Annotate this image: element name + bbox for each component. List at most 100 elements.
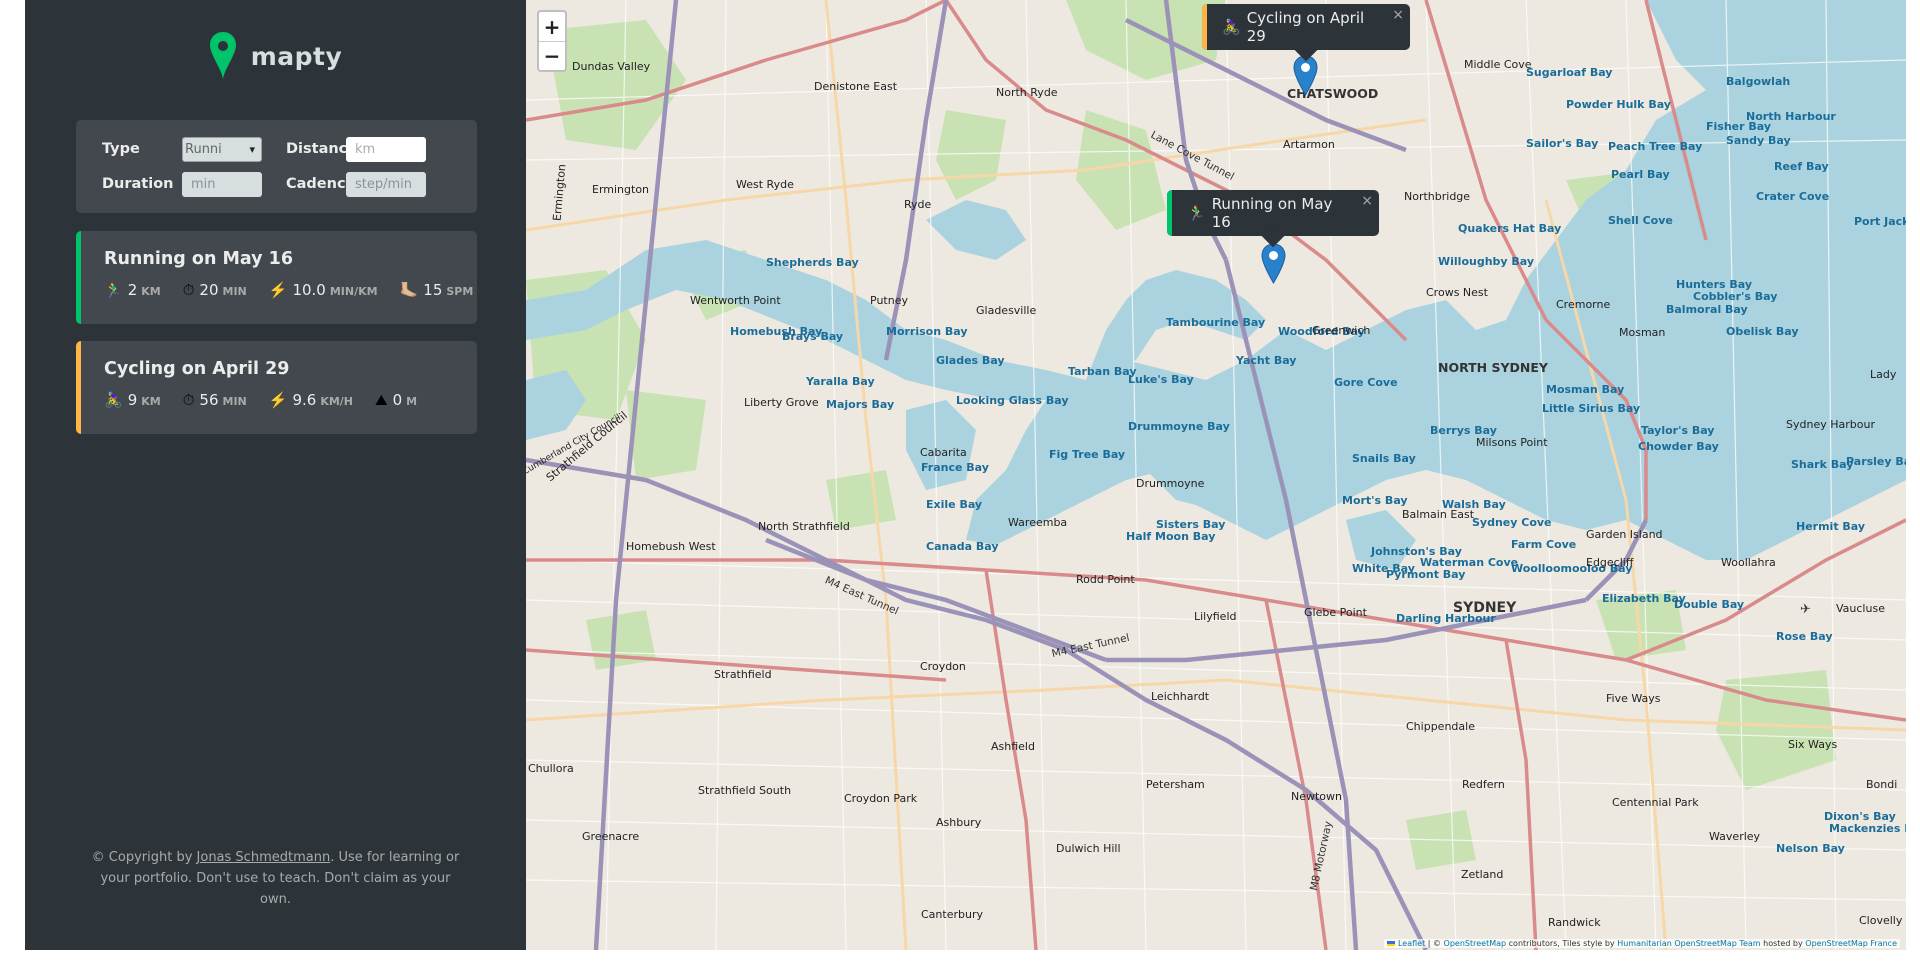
detail-unit: spm: [446, 285, 474, 298]
zoom-in-button[interactable]: +: [539, 12, 565, 41]
map-label-mosman: Mosman: [1619, 326, 1666, 339]
map-popup-cycling[interactable]: 🚴‍♀️ Cycling on April 29 ×: [1202, 4, 1410, 62]
workout-card-running[interactable]: Running on May 16 🏃‍♂️ 2 km ⏱ 20 min ⚡️ …: [76, 231, 477, 324]
map-label-looking-glass-bay: Looking Glass Bay: [956, 394, 1069, 407]
detail-value: 0: [392, 391, 403, 409]
leaflet-link[interactable]: Leaflet: [1398, 939, 1425, 948]
map-label-rodd-point: Rodd Point: [1076, 573, 1135, 586]
map[interactable]: CHATSWOOD NORTH SYDNEY SYDNEY Lane Cove …: [526, 0, 1906, 950]
map-label-wentworth-point: Wentworth Point: [690, 294, 781, 307]
map-label-nelson-bay: Nelson Bay: [1776, 842, 1845, 855]
map-label-five-ways: Five Ways: [1606, 692, 1661, 705]
map-label-fig-tree-bay: Fig Tree Bay: [1049, 448, 1126, 461]
uk-flag-icon: [1387, 941, 1396, 946]
author-link[interactable]: Jonas Schmedtmann: [197, 850, 331, 865]
workout-detail-distance: 🚴‍♀️ 9 km: [104, 391, 161, 409]
map-label-ermington: Ermington: [592, 183, 650, 196]
map-label-lilyfield: Lilyfield: [1194, 610, 1237, 623]
workout-detail-elevation: ⛰ 0 m: [375, 391, 417, 409]
app-root: mapty Type Runni ▾ Distance km Duration …: [25, 0, 1906, 950]
type-select[interactable]: Runni ▾: [182, 136, 262, 162]
map-label-croydon-park: Croydon Park: [844, 792, 918, 805]
map-label-farm-cove: Farm Cove: [1511, 538, 1577, 551]
map-label-snails-bay: Snails Bay: [1352, 452, 1416, 465]
map-label-balgowlah: Balgowlah: [1726, 75, 1791, 88]
map-label-northbridge: Northbridge: [1404, 190, 1471, 203]
workout-form: Type Runni ▾ Distance km Duration min Ca…: [76, 120, 477, 213]
map-label-canada-bay: Canada Bay: [926, 540, 999, 553]
workout-detail-distance: 🏃‍♂️ 2 km: [104, 281, 161, 299]
airplane-icon: ✈: [1800, 602, 1811, 617]
map-label-zetland: Zetland: [1461, 868, 1504, 881]
osm-link[interactable]: OpenStreetMap: [1444, 939, 1507, 948]
cyclist-icon: 🚴‍♀️: [104, 391, 123, 409]
map-label-artarmon: Artarmon: [1283, 138, 1335, 151]
map-label-cobblers-bay: Cobbler's Bay: [1693, 290, 1778, 303]
map-label-tarban-bay: Tarban Bay: [1068, 365, 1137, 378]
type-select-value: Runni: [185, 141, 222, 157]
map-label-double-bay: Double Bay: [1674, 598, 1745, 611]
map-label-taylors-bay: Taylor's Bay: [1641, 424, 1715, 437]
map-label-glades-bay: Glades Bay: [936, 354, 1005, 367]
osmfr-link[interactable]: OpenStreetMap France: [1805, 939, 1897, 948]
map-label-gladesville: Gladesville: [976, 304, 1037, 317]
map-attribution: Leaflet | © OpenStreetMap contributors, …: [1384, 939, 1900, 948]
map-label-drummoyne-bay: Drummoyne Bay: [1128, 420, 1230, 433]
popup-close-button[interactable]: ×: [1392, 7, 1404, 23]
hot-link[interactable]: Humanitarian OpenStreetMap Team: [1617, 939, 1760, 948]
map-popup-running[interactable]: 🏃‍♂️ Running on May 16 ×: [1167, 190, 1379, 248]
distance-input[interactable]: km: [346, 136, 426, 162]
attribution-sep: | ©: [1425, 939, 1444, 948]
cadence-input[interactable]: step/min: [346, 171, 426, 197]
map-label-centennial-park: Centennial Park: [1612, 796, 1699, 809]
lightning-icon: ⚡️: [268, 391, 288, 409]
map-label-north-strathfield: North Strathfield: [758, 520, 850, 533]
map-label-lady: Lady: [1870, 368, 1897, 381]
map-label-bondi: Bondi: [1866, 778, 1898, 791]
detail-unit: min: [222, 395, 247, 408]
map-label-peach-tree-bay: Peach Tree Bay: [1608, 140, 1703, 153]
map-label-sandy-bay: Sandy Bay: [1726, 134, 1791, 147]
lightning-icon: ⚡️: [268, 281, 288, 299]
zoom-control: + −: [537, 10, 567, 72]
map-label-cremorne: Cremorne: [1556, 298, 1611, 311]
map-label-middle-cove: Middle Cove: [1464, 58, 1532, 71]
map-label-darling-harbour: Darling Harbour: [1396, 612, 1496, 625]
detail-unit: km: [141, 395, 161, 408]
detail-value: 15: [423, 281, 443, 299]
map-marker-running-icon[interactable]: [1261, 243, 1286, 284]
map-label-greenacre: Greenacre: [582, 830, 640, 843]
map-label-cabarita: Cabarita: [920, 446, 967, 459]
map-label-north-sydney: NORTH SYDNEY: [1438, 360, 1548, 375]
map-label-sydney-cove: Sydney Cove: [1472, 516, 1552, 529]
map-label-vaucluse: Vaucluse: [1836, 602, 1885, 615]
detail-value: 9.6: [292, 391, 317, 409]
map-label-garden-island: Garden Island: [1586, 528, 1663, 541]
copyright: © Copyright by Jonas Schmedtmann. Use fo…: [85, 847, 466, 910]
copyright-prefix: © Copyright by: [91, 850, 197, 865]
workout-details: 🏃‍♂️ 2 km ⏱ 20 min ⚡️ 10.0 min/km 🦶🏼 15: [104, 281, 473, 299]
map-label-leichhardt: Leichhardt: [1151, 690, 1210, 703]
duration-input[interactable]: min: [182, 171, 262, 197]
map-label-newtown: Newtown: [1291, 790, 1343, 803]
workout-card-cycling[interactable]: Cycling on April 29 🚴‍♀️ 9 km ⏱ 56 min ⚡…: [76, 341, 477, 434]
type-label: Type: [102, 141, 140, 157]
cyclist-icon: 🚴‍♀️: [1222, 18, 1241, 36]
map-label-crows-nest: Crows Nest: [1426, 286, 1488, 299]
map-label-homebush-west: Homebush West: [626, 540, 716, 553]
map-label-fisher-bay: Fisher Bay: [1706, 120, 1772, 133]
map-label-dixons-bay: Dixon's Bay: [1824, 810, 1896, 823]
map-label-quakers-hat-bay: Quakers Hat Bay: [1458, 222, 1562, 235]
map-label-redfern: Redfern: [1462, 778, 1505, 791]
attribution-hosted: hosted by: [1760, 939, 1806, 948]
map-label-croydon: Croydon: [920, 660, 966, 673]
map-label-willoughby-bay: Willoughby Bay: [1438, 255, 1535, 268]
workout-detail-duration: ⏱ 56 min: [183, 391, 247, 409]
map-label-sisters-bay: Sisters Bay: [1156, 518, 1226, 531]
map-label-drummoyne: Drummoyne: [1136, 477, 1205, 490]
map-label-putney: Putney: [870, 294, 908, 307]
zoom-out-button[interactable]: −: [539, 41, 565, 70]
map-label-woollahra: Woollahra: [1721, 556, 1776, 569]
map-label-sugarloaf-bay: Sugarloaf Bay: [1526, 66, 1613, 79]
popup-close-button[interactable]: ×: [1361, 193, 1373, 209]
